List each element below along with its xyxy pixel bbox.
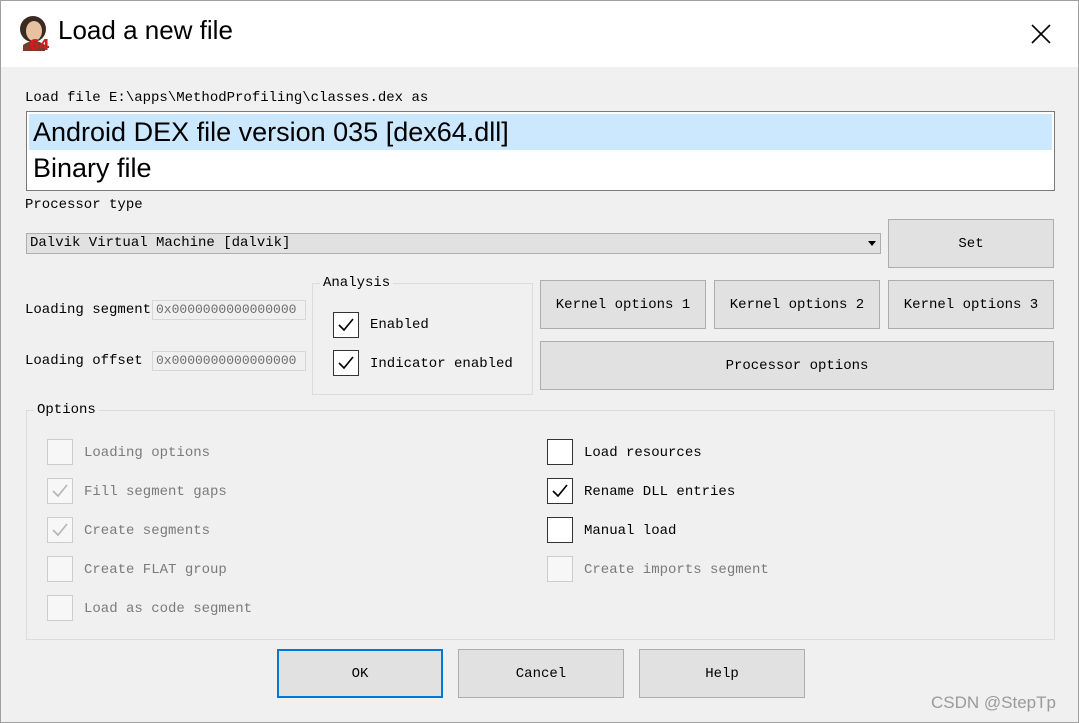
file-type-item-binary[interactable]: Binary file (29, 150, 1052, 186)
create-segments-checkbox[interactable] (47, 517, 73, 543)
file-type-list[interactable]: Android DEX file version 035 [dex64.dll]… (26, 111, 1055, 191)
loading-options-checkbox[interactable] (47, 439, 73, 465)
ida64-portrait-icon: 64 (17, 15, 51, 54)
loading-offset-field[interactable]: 0x0000000000000000 (152, 351, 306, 371)
create-imports-segment-label: Create imports segment (584, 562, 769, 578)
processor-type-value: Dalvik Virtual Machine [dalvik] (30, 235, 291, 251)
checkmark-icon (52, 523, 68, 537)
svg-text:64: 64 (29, 36, 50, 51)
analysis-group (312, 283, 533, 395)
kernel-options-1-button[interactable]: Kernel options 1 (540, 280, 706, 329)
dialog-title: Load a new file (58, 15, 233, 45)
loading-offset-label: Loading offset (25, 353, 143, 369)
checkmark-icon (338, 356, 354, 370)
file-type-item-dex[interactable]: Android DEX file version 035 [dex64.dll] (29, 114, 1052, 150)
processor-type-label: Processor type (25, 197, 143, 213)
options-group-title: Options (34, 402, 99, 418)
manual-load-checkbox[interactable] (547, 517, 573, 543)
ok-button[interactable]: OK (277, 649, 443, 698)
checkmark-icon (52, 484, 68, 498)
watermark: CSDN @StepTp (931, 693, 1056, 712)
fill-segment-gaps-label: Fill segment gaps (84, 484, 227, 500)
load-as-code-segment-checkbox[interactable] (47, 595, 73, 621)
cancel-button[interactable]: Cancel (458, 649, 624, 698)
help-button[interactable]: Help (639, 649, 805, 698)
kernel-options-3-button[interactable]: Kernel options 3 (888, 280, 1054, 329)
title-bar: 64 Load a new file (1, 1, 1078, 67)
load-file-dialog: 64 Load a new file Load file E:\apps\Met… (0, 0, 1079, 723)
processor-type-select[interactable]: Dalvik Virtual Machine [dalvik] (26, 233, 881, 254)
analysis-group-title: Analysis (320, 275, 394, 291)
fill-segment-gaps-checkbox[interactable] (47, 478, 73, 504)
enabled-label: Enabled (370, 317, 429, 333)
create-segments-label: Create segments (84, 523, 211, 539)
load-resources-label: Load resources (584, 445, 702, 461)
load-file-label: Load file E:\apps\MethodProfiling\classe… (25, 90, 429, 106)
indicator-enabled-label: Indicator enabled (370, 356, 513, 372)
load-as-code-segment-label: Load as code segment (84, 601, 253, 617)
loading-segment-field[interactable]: 0x0000000000000000 (152, 300, 306, 320)
loading-options-label: Loading options (84, 445, 211, 461)
close-button[interactable] (1013, 7, 1069, 61)
create-flat-group-checkbox[interactable] (47, 556, 73, 582)
create-imports-segment-checkbox[interactable] (547, 556, 573, 582)
processor-options-button[interactable]: Processor options (540, 341, 1054, 390)
rename-dll-entries-checkbox[interactable] (547, 478, 573, 504)
close-icon (1031, 24, 1051, 44)
kernel-options-2-button[interactable]: Kernel options 2 (714, 280, 880, 329)
checkmark-icon (338, 318, 354, 332)
manual-load-label: Manual load (584, 523, 677, 539)
dropdown-arrow-icon (868, 241, 876, 246)
create-flat-group-label: Create FLAT group (84, 562, 227, 578)
set-button[interactable]: Set (888, 219, 1054, 268)
enabled-checkbox[interactable] (333, 312, 359, 338)
load-resources-checkbox[interactable] (547, 439, 573, 465)
checkmark-icon (552, 484, 568, 498)
indicator-enabled-checkbox[interactable] (333, 350, 359, 376)
rename-dll-entries-label: Rename DLL entries (584, 484, 736, 500)
loading-segment-label: Loading segment (25, 302, 152, 318)
